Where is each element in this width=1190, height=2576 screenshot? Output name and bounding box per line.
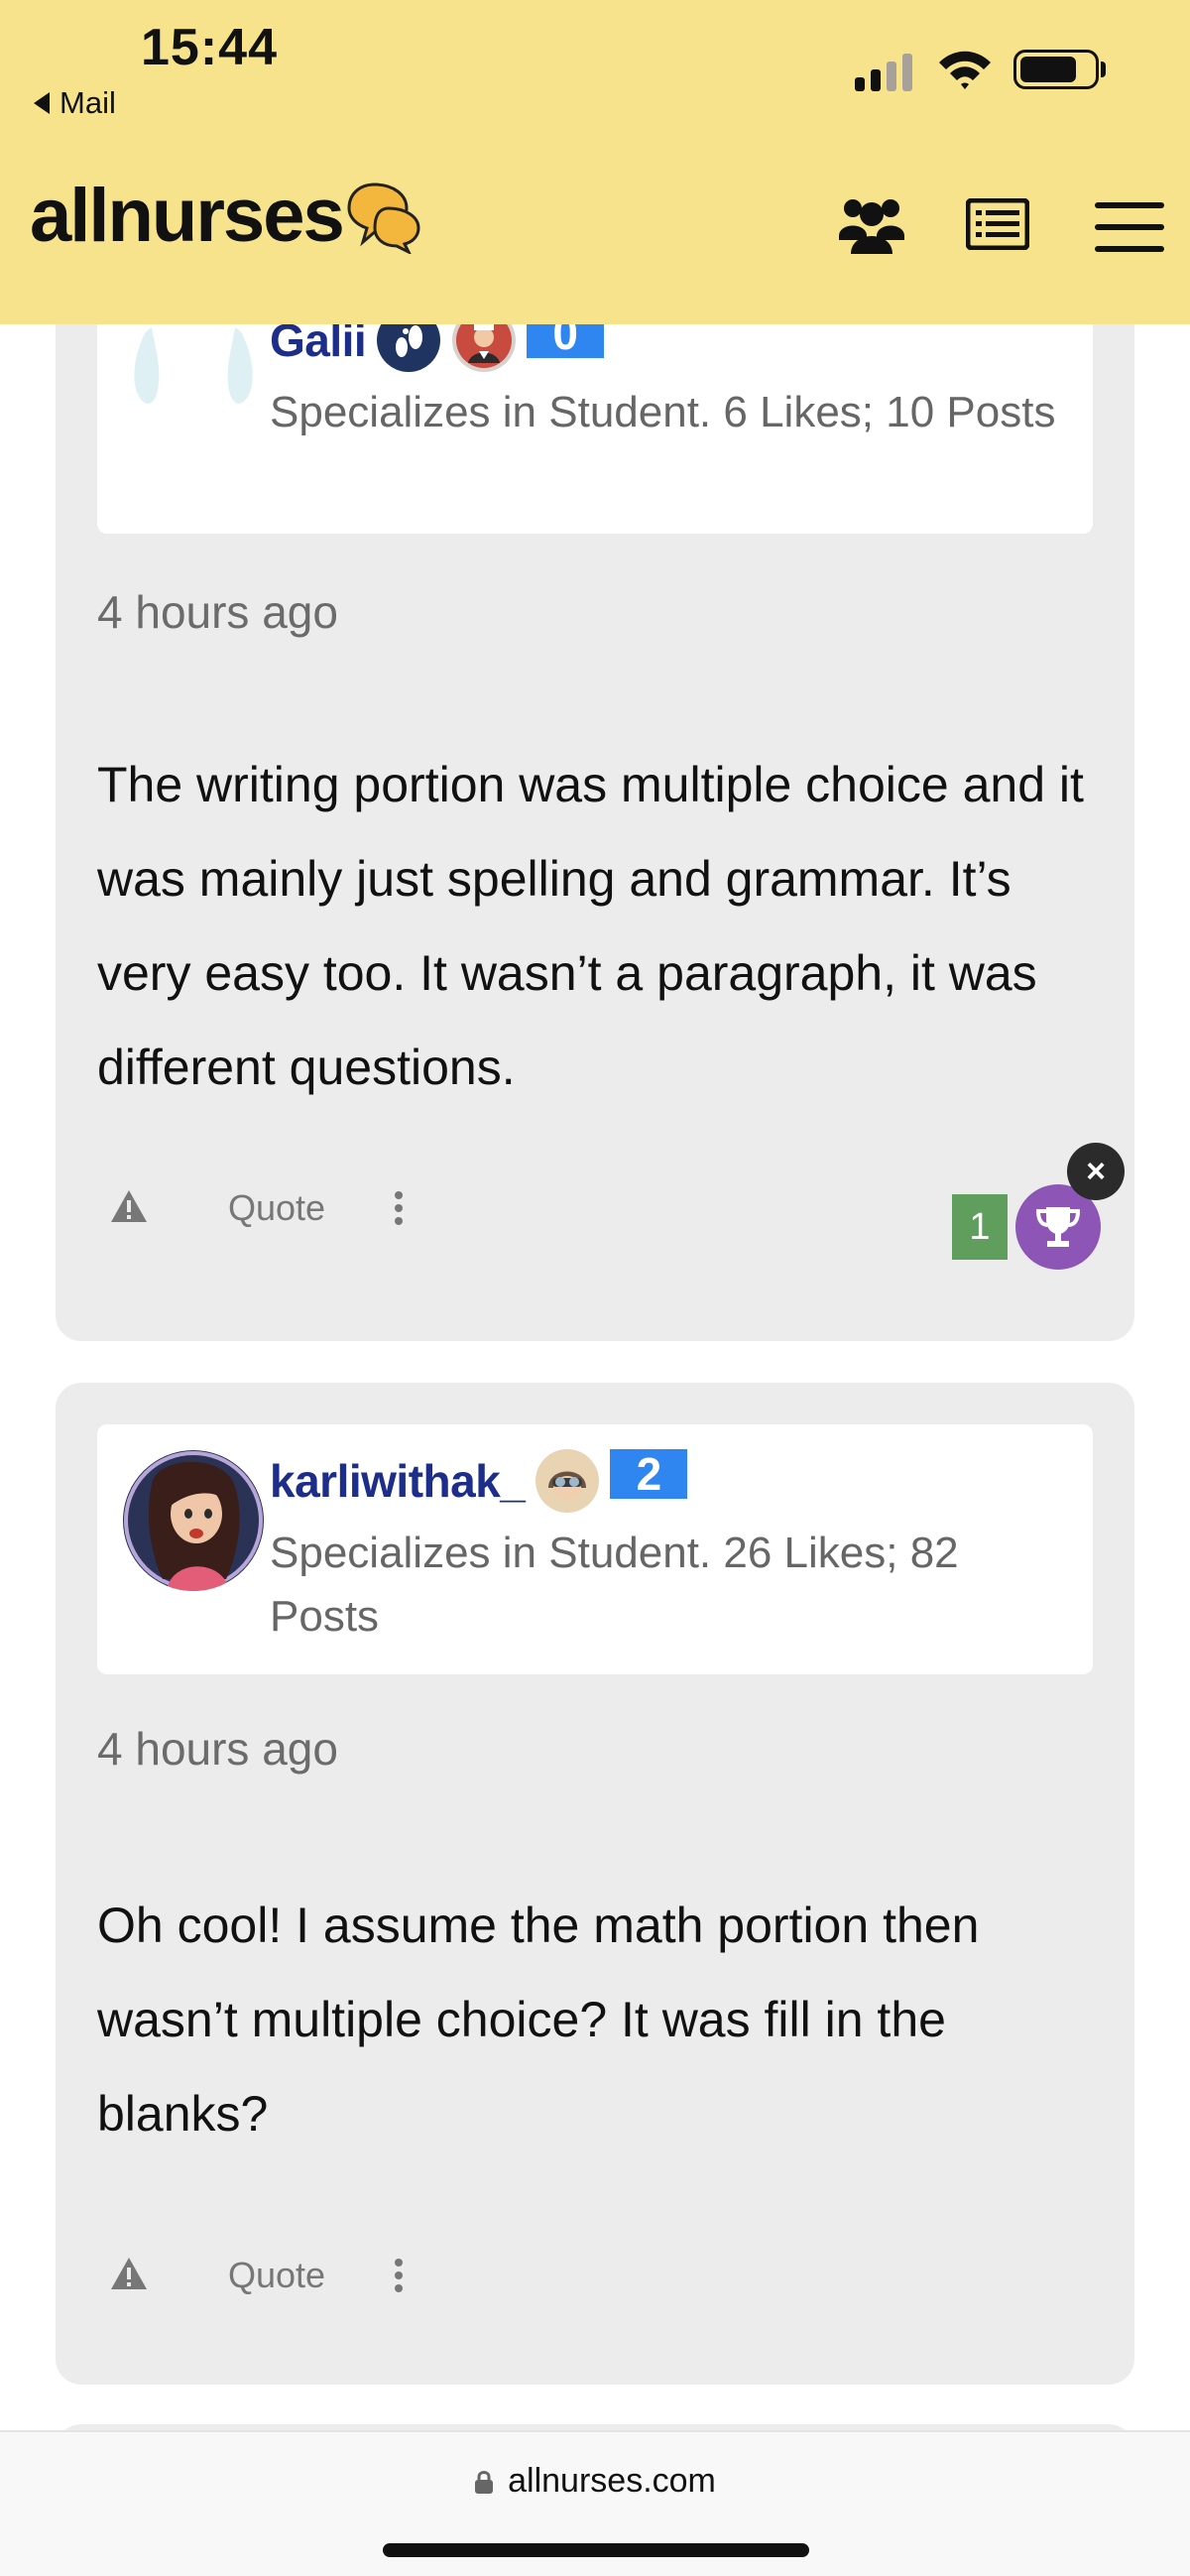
avatar[interactable] <box>123 313 264 454</box>
quote-button[interactable]: Quote <box>228 1187 325 1229</box>
speech-bubbles-icon <box>347 183 420 254</box>
status-time: 15:44 <box>141 19 278 76</box>
more-vertical-icon[interactable] <box>395 2259 404 2292</box>
quote-button[interactable]: Quote <box>228 2255 325 2296</box>
battery-icon <box>1013 50 1099 89</box>
warning-icon[interactable] <box>109 1188 149 1229</box>
wifi-icon <box>939 51 991 89</box>
dismiss-button[interactable]: × <box>1067 1143 1125 1200</box>
post-card: Galii 0 Specializes in Student. 6 Likes;… <box>56 238 1134 1341</box>
author-stats: Specializes in Student. 6 Likes; 10 Post… <box>270 388 1056 436</box>
warning-icon[interactable] <box>109 2256 149 2296</box>
post-card: karliwithak_ 2 Specializes in Student. 2… <box>56 1383 1134 2385</box>
back-to-mail-button[interactable]: Mail <box>34 85 116 121</box>
post-actions: Quote <box>109 1178 404 1238</box>
url-text: allnurses.com <box>508 2462 716 2500</box>
author-stats: Specializes in Student. 26 Likes; 82 Pos… <box>270 1529 959 1641</box>
avatar[interactable] <box>123 1450 264 1591</box>
home-indicator <box>383 2543 809 2557</box>
rank-badge[interactable]: 2 <box>610 1449 690 1515</box>
hamburger-menu-icon[interactable] <box>1095 202 1164 252</box>
members-icon[interactable] <box>839 192 904 256</box>
back-triangle-icon <box>34 92 50 114</box>
newspaper-icon[interactable] <box>966 198 1029 250</box>
username-link[interactable]: karliwithak_ <box>270 1454 526 1508</box>
post-timestamp[interactable]: 4 hours ago <box>97 585 338 639</box>
aviator-badge-icon[interactable] <box>535 1448 600 1514</box>
header-bar: 15:44 Mail allnurses <box>0 0 1190 324</box>
cellular-signal-icon <box>855 50 912 91</box>
browser-bottom-bar: allnurses.com <box>0 2430 1190 2576</box>
back-label: Mail <box>60 85 116 120</box>
author-card: karliwithak_ 2 Specializes in Student. 2… <box>97 1424 1093 1674</box>
post-actions: Quote <box>109 2246 404 2305</box>
rank-number: 2 <box>610 1449 688 1499</box>
logo-text: allnurses <box>30 174 345 258</box>
post-body: The writing portion was multiple choice … <box>97 757 1084 1095</box>
site-logo[interactable]: allnurses <box>30 179 422 254</box>
more-vertical-icon[interactable] <box>395 1191 404 1225</box>
post-body: Oh cool! I assume the math portion then … <box>97 1898 980 2142</box>
lock-icon <box>475 2470 494 2494</box>
address-bar[interactable]: allnurses.com <box>0 2462 1190 2501</box>
author-line: karliwithak_ 2 <box>270 1448 690 1515</box>
post-timestamp[interactable]: 4 hours ago <box>97 1722 338 1776</box>
reaction-count[interactable]: 1 <box>952 1194 1008 1260</box>
